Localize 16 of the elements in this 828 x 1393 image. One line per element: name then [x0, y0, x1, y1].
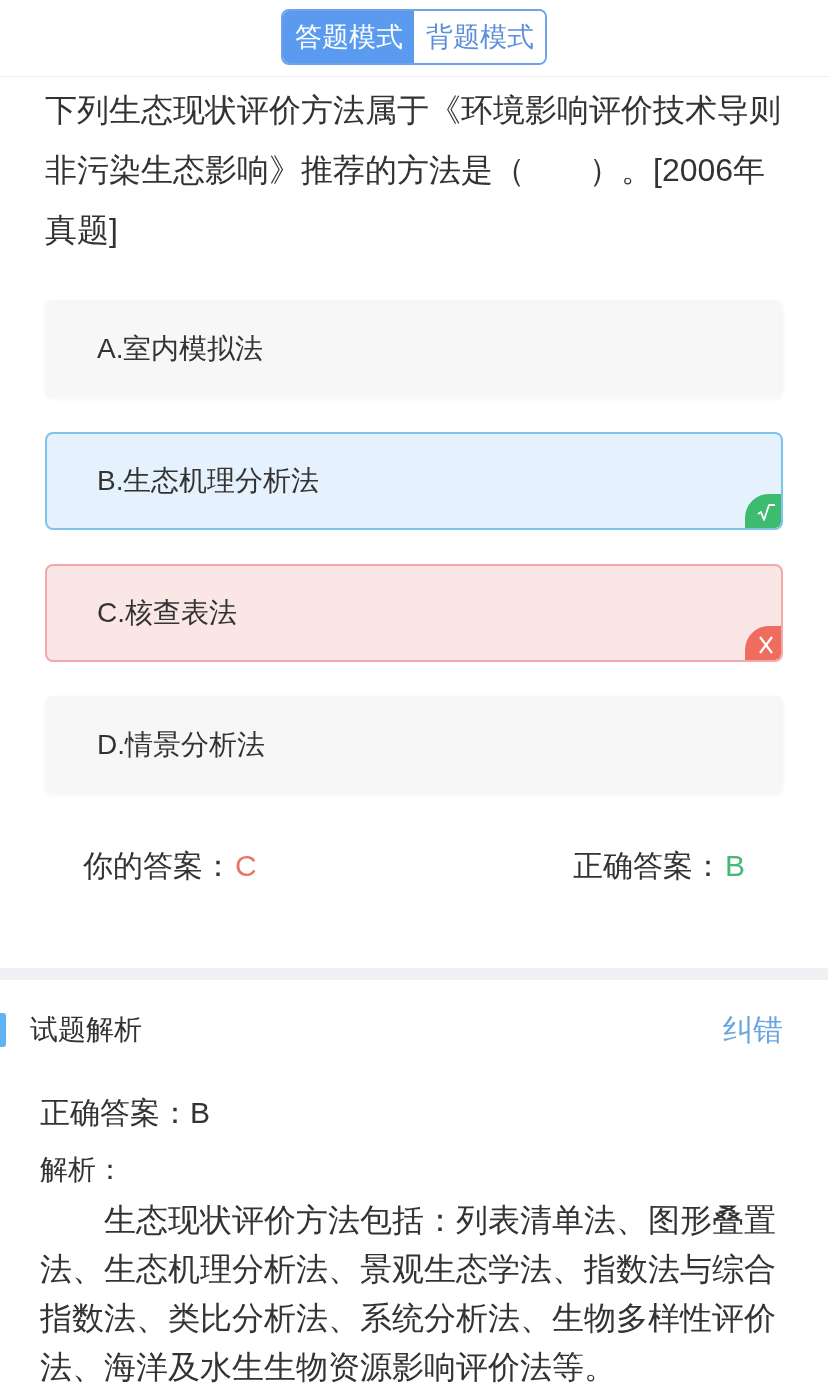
- explanation-label: 解析：: [40, 1153, 124, 1187]
- correct-answer-text: 正确答案：B: [40, 1095, 210, 1131]
- option-card[interactable]: B.生态机理分析法: [45, 432, 783, 530]
- option-card[interactable]: D.情景分析法: [45, 696, 783, 794]
- check-badge-icon: [745, 494, 781, 528]
- section-marker-icon: [0, 1013, 6, 1047]
- correct-answer-value: B: [725, 848, 745, 884]
- x-badge-icon: [745, 626, 781, 660]
- your-answer-label: 你的答案：: [83, 848, 233, 884]
- question-text: 下列生态现状评价方法属于《环境影响评价技术导则非污染生态影响》推荐的方法是（ ）。[2006年真题]: [45, 91, 782, 250]
- option-card[interactable]: A.室内模拟法: [45, 300, 783, 398]
- section-title: 试题解析: [30, 1013, 142, 1047]
- correct-answer-label: 正确答案：: [573, 848, 723, 884]
- your-answer-value: C: [235, 848, 257, 884]
- explanation-text: 生态现状评价方法包括：列表清单法、图形叠置法、生态机理分析法、景观生态学法、指数法与综合指数法、类比分析法、系统分析法、生物多样性评价法、海洋及水生生物资源影响评价法等。: [40, 1201, 777, 1387]
- option-card[interactable]: C.核查表法: [45, 564, 783, 662]
